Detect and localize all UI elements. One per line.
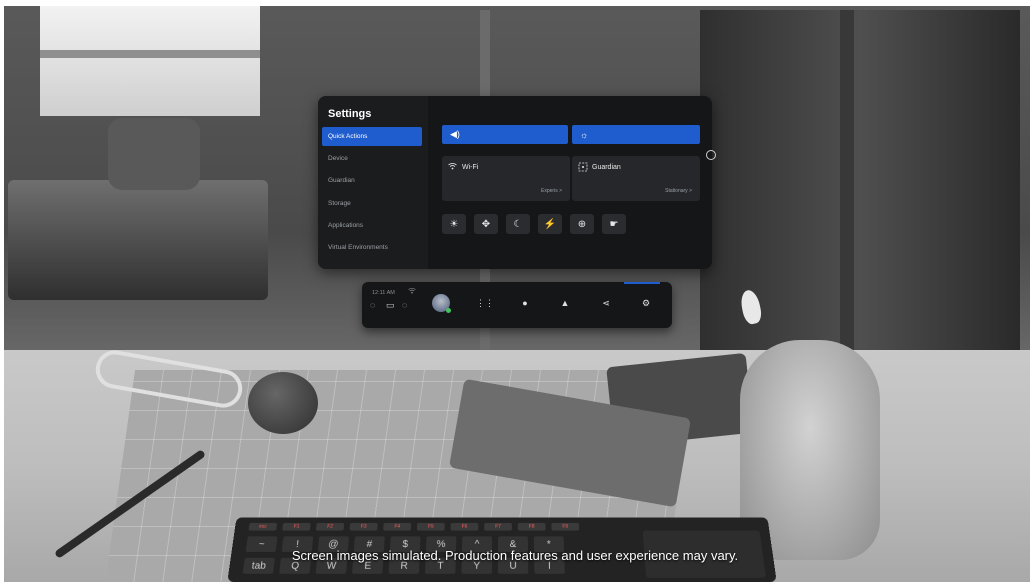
sidebar-item-guardian[interactable]: Guardian [322, 171, 422, 190]
guardian-card[interactable]: Guardian Stationary > [572, 156, 700, 201]
wifi-status-icon [408, 287, 416, 296]
disclaimer-caption: Screen images simulated. Production feat… [291, 548, 739, 563]
pillow [108, 118, 200, 190]
key[interactable]: F9 [551, 522, 580, 531]
key[interactable]: F6 [450, 522, 479, 531]
headset-icon: ▭ [386, 300, 395, 310]
room-window [40, 6, 260, 116]
brightness-icon: ☼ [580, 129, 589, 140]
key[interactable]: F7 [484, 522, 512, 531]
brightness-button[interactable]: ☀ [442, 214, 466, 234]
globe-button[interactable]: ⊕ [570, 214, 594, 234]
active-indicator [624, 282, 660, 284]
key[interactable]: F1 [282, 522, 311, 531]
panel-resize-handle[interactable] [706, 150, 716, 160]
sidebar-item-applications[interactable]: Applications [322, 216, 422, 235]
sidebar-item-virtual-environments[interactable]: Virtual Environments [322, 238, 422, 257]
controller-icon: ◌ [370, 300, 376, 310]
keyboard-function-row: esc F1 F2 F3 F4 F5 F6 F7 F8 F9 [248, 522, 580, 531]
move-button[interactable]: ✥ [474, 214, 498, 234]
chat-button[interactable]: ● [518, 298, 532, 308]
window-frame [40, 50, 260, 58]
guardian-icon [578, 162, 588, 174]
frame-border [0, 0, 4, 584]
settings-sidebar: Settings Quick Actions Device Guardian S… [318, 96, 428, 269]
frame-border [0, 0, 1030, 6]
clock: 12:11 AM [372, 290, 395, 296]
apps-grid-button[interactable]: ⋮⋮ [476, 298, 494, 309]
volume-slider[interactable]: ◀) [442, 125, 568, 144]
settings-button[interactable]: ⚙ [639, 298, 653, 309]
pole [840, 10, 854, 350]
key[interactable]: F3 [349, 522, 378, 531]
settings-panel: Settings Quick Actions Device Guardian S… [318, 96, 712, 269]
key[interactable]: esc [248, 522, 278, 531]
wifi-card[interactable]: Wi-Fi Experis > [442, 156, 570, 201]
yarn-ball [248, 372, 318, 434]
wifi-icon [448, 162, 457, 172]
wifi-label: Wi-Fi [462, 164, 479, 171]
hand-tracking-button[interactable]: ☛ [602, 214, 626, 234]
key[interactable]: F5 [416, 522, 445, 531]
guardian-label: Guardian [592, 164, 621, 171]
settings-title: Settings [328, 108, 372, 120]
bed [8, 180, 268, 300]
wifi-network: Experis > [541, 188, 562, 194]
sidebar-item-storage[interactable]: Storage [322, 194, 422, 213]
key[interactable]: F8 [517, 522, 546, 531]
night-mode-button[interactable]: ☾ [506, 214, 530, 234]
guardian-mode: Stationary > [665, 188, 692, 194]
key[interactable]: F4 [383, 522, 412, 531]
share-button[interactable]: ⋖ [599, 298, 613, 309]
key[interactable]: F2 [315, 522, 345, 531]
controller-icon: ◌ [402, 300, 408, 310]
brightness-slider[interactable]: ☼ [572, 125, 700, 144]
sidebar-item-device[interactable]: Device [322, 149, 422, 168]
notifications-button[interactable]: ▲ [558, 298, 572, 308]
online-status-dot [446, 308, 451, 313]
power-button[interactable]: ⚡ [538, 214, 562, 234]
universal-menu-dock: 12:11 AM ◌ ▭ ◌ ⋮⋮ ● ▲ ⋖ ⚙ [362, 282, 672, 328]
sidebar-item-quick-actions[interactable]: Quick Actions [322, 127, 422, 146]
volume-icon: ◀) [450, 129, 460, 139]
